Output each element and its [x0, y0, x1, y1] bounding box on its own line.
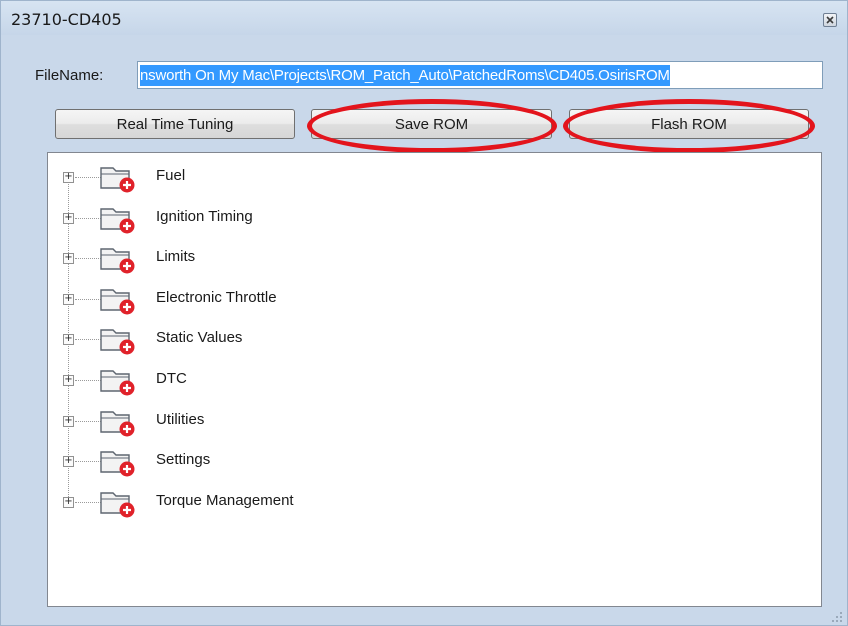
tree-item[interactable]: + Ignition Timing [60, 204, 460, 234]
tree-view[interactable]: + Fuel + Ignition Timing + Limits + Electronic … [47, 152, 822, 607]
expand-icon[interactable]: + [63, 172, 74, 183]
filename-label: FileName: [35, 67, 104, 84]
tree-item-label: DTC [156, 370, 187, 387]
expand-icon[interactable]: + [63, 375, 74, 386]
tree-item-label: Static Values [156, 329, 243, 347]
tree-item[interactable]: + Limits [60, 244, 460, 274]
resize-grip-icon[interactable] [831, 611, 843, 623]
close-button[interactable] [823, 13, 837, 27]
tree-item-label: Limits [156, 248, 196, 266]
expand-icon[interactable]: + [63, 293, 74, 305]
flash-rom-button[interactable]: Flash ROM [569, 109, 809, 139]
filename-value: nsworth On My Mac\Projects\ROM_Patch_Aut… [140, 65, 670, 86]
expand-icon[interactable]: + [63, 415, 74, 427]
tree-item[interactable]: + DTC [60, 366, 460, 396]
expand-icon[interactable]: + [63, 253, 74, 265]
expand-icon[interactable]: + [63, 334, 74, 346]
real-time-tuning-button[interactable]: Real Time Tuning [55, 109, 295, 139]
window-title: 23710-CD405 [11, 10, 122, 29]
tree-item[interactable]: + Electronic Throttle [60, 285, 460, 315]
save-rom-button[interactable]: Save ROM [311, 109, 552, 139]
tree-item-label: Settings [156, 451, 211, 469]
tree-item[interactable]: + Settings [60, 447, 460, 477]
expand-icon[interactable]: + [63, 456, 74, 468]
tree-item-label: Utilities [156, 410, 205, 428]
tree-item-label: Torque Management [156, 491, 294, 509]
tree-item[interactable]: + Torque Management [60, 488, 460, 518]
tree-item[interactable]: + Utilities [60, 407, 460, 437]
tree-item[interactable]: + Fuel [60, 163, 460, 193]
filename-field[interactable]: nsworth On My Mac\Projects\ROM_Patch_Aut… [137, 61, 823, 89]
title-bar[interactable]: 23710-CD405 [1, 1, 847, 35]
close-icon [826, 16, 834, 24]
expand-icon[interactable]: + [63, 212, 74, 224]
dialog-window: 23710-CD405 FileName: nsworth On My Mac\… [0, 0, 848, 626]
tree-item-label: Fuel [156, 167, 186, 184]
tree-item-label: Ignition Timing [156, 207, 253, 225]
tree-item[interactable]: + Static Values [60, 325, 460, 355]
expand-icon[interactable]: + [63, 496, 74, 508]
tree-item-label: Electronic Throttle [156, 288, 277, 306]
